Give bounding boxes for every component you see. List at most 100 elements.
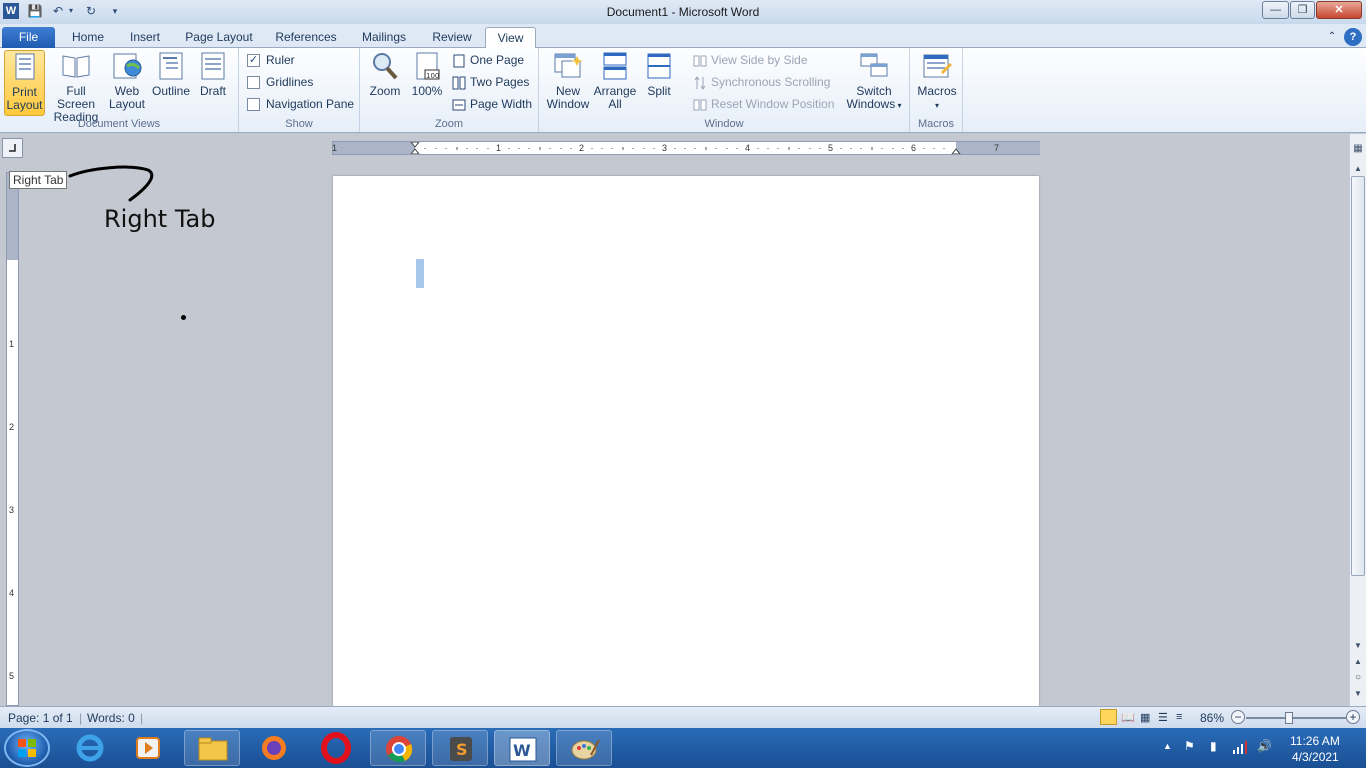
tab-home[interactable]: Home bbox=[64, 27, 112, 48]
chrome-icon[interactable] bbox=[370, 730, 426, 766]
file-explorer-icon[interactable] bbox=[184, 730, 240, 766]
document-page[interactable] bbox=[333, 176, 1039, 707]
arrange-all-label-1: Arrange bbox=[593, 84, 637, 98]
zoom-button[interactable]: Zoom bbox=[366, 50, 404, 98]
tab-insert[interactable]: Insert bbox=[121, 27, 169, 48]
vertical-ruler-number: 2 bbox=[9, 422, 15, 432]
volume-icon[interactable]: 🔊 bbox=[1257, 739, 1272, 753]
zoom-slider[interactable] bbox=[1246, 717, 1346, 719]
scrollbar-thumb[interactable] bbox=[1351, 176, 1365, 576]
web-layout-button[interactable]: Web Layout bbox=[107, 50, 147, 111]
vertical-ruler-number: 1 bbox=[9, 339, 15, 349]
split-button[interactable]: Split bbox=[641, 50, 677, 98]
outline-icon bbox=[159, 52, 183, 80]
tab-file[interactable]: File bbox=[2, 27, 55, 48]
page-width-icon bbox=[452, 99, 466, 111]
maximize-button[interactable]: ❐ bbox=[1290, 1, 1315, 19]
battery-icon[interactable]: ▮ bbox=[1210, 739, 1217, 753]
reset-window-position-button[interactable]: Reset Window Position bbox=[693, 95, 834, 113]
print-layout-label-1: Print bbox=[12, 85, 37, 99]
horizontal-ruler[interactable]: 1 1 2 3 4 5 6 7 bbox=[332, 141, 1040, 155]
gridlines-checkbox[interactable]: Gridlines bbox=[247, 73, 313, 91]
page-width-button[interactable]: Page Width bbox=[452, 95, 532, 113]
zoom-out-button[interactable]: − bbox=[1231, 710, 1245, 724]
tab-page-layout[interactable]: Page Layout bbox=[180, 27, 258, 48]
tab-view[interactable]: View bbox=[485, 27, 536, 49]
group-label-macros: Macros bbox=[917, 118, 955, 130]
page-count[interactable]: Page: 1 of 1 bbox=[8, 711, 73, 725]
web-layout-view-icon[interactable]: ▦ bbox=[1140, 711, 1150, 724]
clock-date[interactable]: 4/3/2021 bbox=[1292, 750, 1339, 764]
macros-label: Macros bbox=[917, 84, 957, 98]
title-bar: W 💾 ↶ ▾ ↻ ▾ Document1 - Microsoft Word —… bbox=[0, 0, 1366, 24]
navigation-pane-checkbox[interactable]: Navigation Pane bbox=[247, 95, 354, 113]
one-page-button[interactable]: One Page bbox=[452, 51, 524, 69]
switch-windows-button[interactable]: Switch Windows ▾ bbox=[843, 50, 905, 112]
zoom-100-button[interactable]: 100 100% bbox=[408, 50, 446, 98]
network-signal-icon[interactable] bbox=[1233, 740, 1249, 754]
sublime-text-icon[interactable]: S bbox=[432, 730, 488, 766]
scroll-up-arrow[interactable]: ▲ bbox=[1350, 162, 1366, 176]
media-player-icon[interactable] bbox=[120, 730, 176, 766]
vertical-ruler-number: 5 bbox=[9, 671, 15, 681]
draft-view-icon[interactable]: ≡ bbox=[1176, 711, 1182, 723]
split-label: Split bbox=[647, 84, 671, 98]
full-screen-reading-icon bbox=[62, 55, 90, 78]
zoom-slider-thumb[interactable] bbox=[1285, 712, 1293, 724]
gridlines-label: Gridlines bbox=[266, 75, 314, 89]
help-icon[interactable]: ? bbox=[1344, 28, 1362, 46]
new-window-button[interactable]: New Window bbox=[545, 50, 591, 111]
ruler-checkbox[interactable]: ✓ Ruler bbox=[247, 51, 295, 69]
tab-review[interactable]: Review bbox=[426, 27, 478, 48]
full-screen-reading-view-icon[interactable]: 📖 bbox=[1121, 711, 1135, 724]
internet-explorer-icon[interactable] bbox=[62, 730, 118, 766]
zoom-label: Zoom bbox=[369, 84, 401, 98]
tab-selector-button[interactable] bbox=[2, 138, 23, 158]
full-screen-reading-button[interactable]: Full Screen Reading bbox=[47, 50, 105, 124]
macros-button[interactable]: Macros ▾ bbox=[916, 50, 958, 112]
view-side-by-side-button[interactable]: View Side by Side bbox=[693, 51, 808, 69]
arrange-all-button[interactable]: Arrange All bbox=[593, 50, 637, 111]
taskbar: S W ▲ ⚑ ▮ 🔊 11:26 AM 4/3/2021 bbox=[0, 728, 1366, 768]
gridlines-check-icon bbox=[247, 76, 260, 90]
two-pages-button[interactable]: Two Pages bbox=[452, 73, 529, 91]
close-button[interactable]: ✕ bbox=[1316, 1, 1362, 19]
previous-page-icon[interactable]: ▲ bbox=[1350, 655, 1366, 669]
svg-text:S: S bbox=[456, 740, 468, 759]
switch-windows-label-1: Switch bbox=[856, 84, 892, 98]
start-button[interactable] bbox=[4, 729, 50, 767]
outline-button[interactable]: Outline bbox=[149, 50, 193, 98]
group-label-document-views: Document Views bbox=[77, 118, 161, 130]
synchronous-scrolling-icon bbox=[694, 75, 706, 90]
show-hidden-icons-icon[interactable]: ▲ bbox=[1163, 741, 1172, 751]
view-ruler-icon[interactable]: ▦ bbox=[1350, 142, 1366, 156]
tab-references[interactable]: References bbox=[270, 27, 342, 48]
zoom-level[interactable]: 86% bbox=[1200, 711, 1224, 725]
window-title: Document1 - Microsoft Word bbox=[606, 5, 760, 19]
select-browse-object-icon[interactable]: ○ bbox=[1350, 671, 1366, 685]
synchronous-scrolling-button[interactable]: Synchronous Scrolling bbox=[693, 73, 830, 91]
print-layout-view-icon[interactable] bbox=[1100, 709, 1117, 725]
firefox-icon[interactable] bbox=[246, 730, 302, 766]
word-count[interactable]: Words: 0 bbox=[87, 711, 135, 725]
draft-button[interactable]: Draft bbox=[195, 50, 231, 98]
opera-icon[interactable] bbox=[308, 730, 364, 766]
clock-time[interactable]: 11:26 AM bbox=[1290, 734, 1340, 748]
scroll-down-arrow[interactable]: ▼ bbox=[1350, 639, 1366, 653]
minimize-button[interactable]: — bbox=[1262, 1, 1289, 19]
word-taskbar-icon[interactable]: W bbox=[494, 730, 550, 766]
print-layout-button[interactable]: Print Layout bbox=[4, 50, 45, 116]
annotation-stroke bbox=[68, 165, 154, 202]
zoom-in-button[interactable]: + bbox=[1346, 710, 1360, 724]
action-center-icon[interactable]: ⚑ bbox=[1184, 739, 1195, 753]
synchronous-scrolling-label: Synchronous Scrolling bbox=[711, 75, 831, 89]
vertical-scrollbar[interactable]: ▦ ▲ ▼ ▲ ○ ▼ bbox=[1349, 134, 1366, 706]
tab-mailings[interactable]: Mailings bbox=[354, 27, 414, 48]
vertical-ruler[interactable]: 1 2 3 4 5 bbox=[6, 172, 19, 706]
outline-view-icon[interactable]: ☰ bbox=[1158, 711, 1168, 724]
split-icon bbox=[647, 53, 671, 79]
next-page-icon[interactable]: ▼ bbox=[1350, 687, 1366, 701]
paint-icon[interactable] bbox=[556, 730, 612, 766]
one-page-label: One Page bbox=[470, 53, 525, 67]
minimize-ribbon-icon[interactable]: ⌃ bbox=[1324, 27, 1340, 48]
